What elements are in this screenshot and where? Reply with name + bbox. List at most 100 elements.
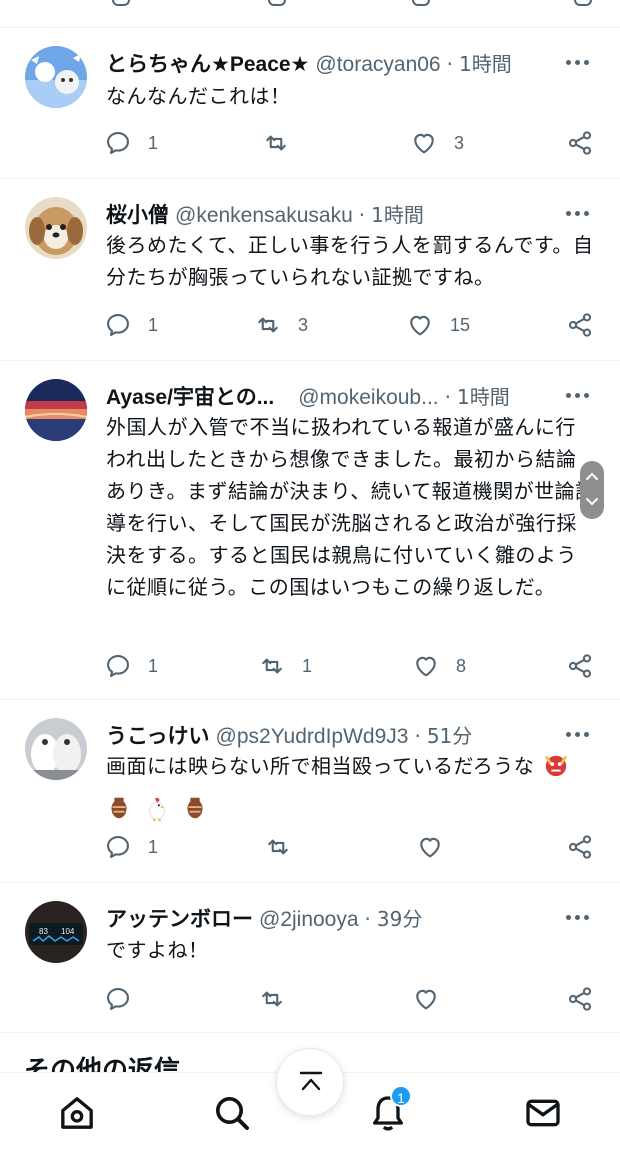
like-button[interactable] [412, 985, 440, 1013]
user-handle[interactable]: @toracyan06 [315, 53, 440, 77]
nav-notifications-button[interactable]: 1 [368, 1085, 412, 1133]
reply-button[interactable]: 1 [104, 652, 158, 680]
avatar[interactable] [25, 197, 87, 259]
display-name[interactable]: 桜小僧 [106, 199, 169, 229]
tweet[interactable]: とらちゃん★Peace★ @toracyan06 · 1時間 なんなんだこれは！… [0, 28, 620, 179]
avatar-screen-right-value: 104 [61, 927, 75, 936]
tweet-header: とらちゃん★Peace★ @toracyan06 · 1時間 [106, 48, 558, 78]
retweet-count: 1 [302, 655, 313, 676]
retweet-icon-partial[interactable] [268, 0, 286, 6]
user-handle[interactable]: @ps2YudrdIpWd9J3 [216, 725, 409, 749]
like-button[interactable]: 15 [406, 311, 470, 339]
share-icon [568, 313, 592, 337]
like-count: 8 [456, 655, 467, 676]
tweet-text: 画面には映らない所で相当殴っているだろうな [106, 750, 596, 782]
reply-count: 1 [148, 836, 159, 857]
retweet-button[interactable]: 1 [258, 652, 312, 680]
retweet-count: 3 [298, 314, 309, 335]
heart-icon [414, 133, 434, 154]
retweet-button[interactable] [262, 129, 306, 157]
like-button[interactable] [416, 833, 444, 861]
timestamp[interactable]: 1時間 [457, 381, 510, 410]
tweet-actions: 1 3 [104, 129, 596, 159]
heart-icon [416, 989, 436, 1010]
display-name[interactable]: Ayase/宇宙との... [106, 381, 274, 411]
avatar-image [25, 379, 87, 441]
share-button[interactable] [566, 311, 594, 339]
tweet-actions: 1 3 15 [104, 311, 596, 341]
like-icon-partial[interactable] [412, 0, 430, 6]
avatar[interactable] [25, 46, 87, 108]
oni-emoji-icon [545, 755, 567, 777]
share-button[interactable] [566, 129, 594, 157]
more-options-icon[interactable] [566, 52, 592, 72]
reply-icon-partial[interactable] [112, 0, 130, 6]
timestamp[interactable]: 1時間 [371, 199, 424, 228]
nav-messages-button[interactable] [523, 1093, 563, 1133]
amphora-emoji-icon [187, 797, 203, 819]
chevron-up-icon [586, 472, 598, 480]
nav-search-button[interactable] [212, 1093, 252, 1133]
heart-icon [410, 315, 430, 336]
share-button[interactable] [566, 833, 594, 861]
separator-dot: · [444, 385, 451, 409]
reply-icon [107, 314, 129, 336]
reply-button[interactable] [104, 985, 132, 1013]
reply-icon [107, 988, 129, 1010]
tweet[interactable]: うこっけい @ps2YudrdIpWd9J3 · 51分 画面には映らない所で相… [0, 700, 620, 883]
nav-home-button[interactable] [57, 1093, 97, 1133]
more-options-icon[interactable] [566, 907, 592, 927]
retweet-button[interactable] [258, 985, 286, 1013]
reply-icon [107, 655, 129, 677]
avatar-image [25, 197, 87, 259]
previous-tweet-actions-partial [0, 0, 620, 28]
more-options-icon[interactable] [566, 724, 592, 744]
timestamp[interactable]: 1時間 [459, 48, 512, 77]
mail-icon [526, 1099, 560, 1127]
avatar[interactable] [25, 379, 87, 441]
avatar[interactable] [25, 718, 87, 780]
display-name[interactable]: とらちゃん★Peace★ [106, 48, 309, 78]
heart-icon [416, 656, 436, 677]
scroll-to-top-button[interactable] [276, 1048, 344, 1116]
like-count: 3 [454, 132, 465, 153]
user-handle[interactable]: @mokeikoub... [298, 386, 438, 410]
avatar[interactable]: 83 104 [25, 901, 87, 963]
reply-button[interactable]: 1 [104, 311, 158, 339]
avatar-image [25, 46, 87, 108]
share-button[interactable] [566, 985, 594, 1013]
tweet-actions: 1 1 8 [104, 652, 596, 682]
tweet-actions [104, 985, 596, 1015]
tweet-header: アッテンボロー @2jinooya · 39分 [106, 903, 558, 933]
tweet[interactable]: Ayase/宇宙との... @mokeikoub... · 1時間 外国人が入管… [0, 361, 620, 700]
user-handle[interactable]: @2jinooya [259, 908, 359, 932]
tweet[interactable]: 桜小僧 @kenkensakusaku · 1時間 後ろめたくて、正しい事を行う… [0, 179, 620, 361]
retweet-icon [258, 317, 278, 333]
tweet-text: ですよね！ [106, 938, 209, 962]
tweet-header: 桜小僧 @kenkensakusaku · 1時間 [106, 199, 558, 229]
reply-button[interactable]: 1 [104, 833, 158, 861]
reply-button[interactable]: 1 [104, 129, 158, 157]
reply-count: 1 [148, 132, 159, 153]
timestamp[interactable]: 51分 [427, 720, 472, 749]
retweet-icon [262, 658, 282, 674]
user-handle[interactable]: @kenkensakusaku [175, 204, 353, 228]
display-name[interactable]: うこっけい [106, 720, 210, 750]
like-button[interactable]: 3 [410, 129, 464, 157]
share-icon-partial[interactable] [574, 0, 592, 6]
retweet-button[interactable] [264, 833, 292, 861]
scrollbar-thumb[interactable] [580, 461, 604, 519]
more-options-icon[interactable] [566, 385, 592, 405]
avatar-image [25, 718, 87, 780]
timestamp[interactable]: 39分 [377, 903, 422, 932]
retweet-icon [268, 839, 288, 855]
tweet-text-body: 画面には映らない所で相当殴っているだろうな [106, 754, 535, 778]
tweet[interactable]: 83 104 アッテンボロー @2jinooya · 39分 ですよね！ [0, 883, 620, 1033]
separator-dot: · [446, 52, 453, 76]
notification-badge: 1 [390, 1085, 412, 1107]
retweet-button[interactable]: 3 [254, 311, 308, 339]
like-button[interactable]: 8 [412, 652, 466, 680]
share-button[interactable] [566, 652, 594, 680]
display-name[interactable]: アッテンボロー [106, 903, 253, 933]
more-options-icon[interactable] [566, 203, 592, 223]
